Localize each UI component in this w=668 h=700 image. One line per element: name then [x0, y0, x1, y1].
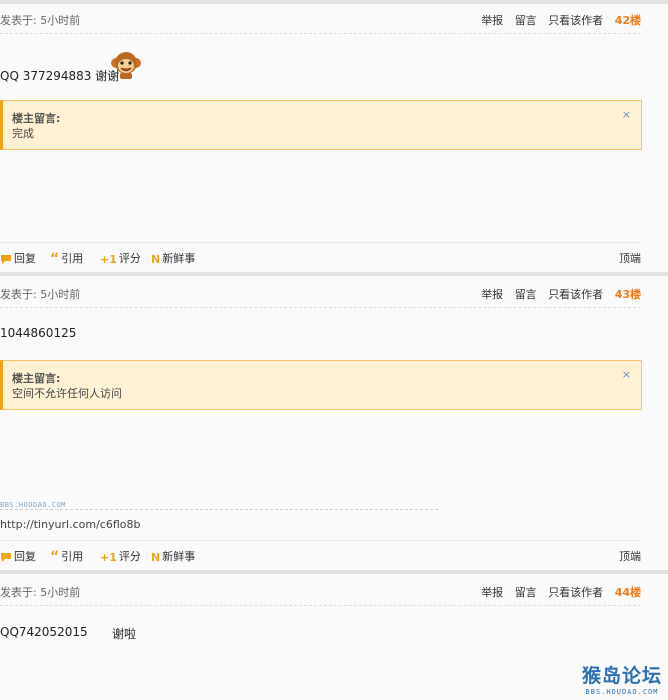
post-meta-bar: 发表于: 5小时前 举报 留言 只看该作者 42楼: [0, 3, 641, 34]
post-meta-actions: 举报 留言 只看该作者 43楼: [473, 286, 641, 302]
quote-icon: “: [50, 549, 60, 565]
signature-divider: [0, 509, 438, 510]
post-action-bar: 回复 “引用 +1 评分 N 新鲜事 顶端: [0, 242, 641, 271]
posted-time: 发表于: 5小时前: [0, 288, 81, 301]
back-to-top-link[interactable]: 顶端: [619, 250, 641, 266]
quote-button[interactable]: “引用: [50, 250, 83, 267]
leave-message-link[interactable]: 留言: [515, 288, 537, 301]
floor-number[interactable]: 42楼: [615, 14, 641, 27]
monkey-emoticon-icon: [111, 52, 141, 79]
author-only-link[interactable]: 只看该作者: [548, 14, 603, 27]
site-watermark-logo: 猴岛论坛 BBS.HOUDAO.COM: [582, 661, 662, 696]
close-icon[interactable]: ×: [622, 368, 631, 381]
reply-button[interactable]: 回复: [0, 250, 36, 266]
post-meta-bar: 发表于: 5小时前 举报 留言 只看该作者 44楼: [0, 575, 641, 606]
rate-icon: +1: [100, 252, 117, 266]
floor-number[interactable]: 44楼: [615, 586, 641, 599]
reply-button[interactable]: 回复: [0, 548, 36, 564]
report-link[interactable]: 举报: [481, 288, 503, 301]
quote-icon: “: [50, 251, 60, 267]
quote-label: 引用: [61, 252, 84, 265]
owner-note-text: 空间不允许任何人访问: [12, 387, 122, 400]
news-button[interactable]: N 新鲜事: [151, 548, 195, 564]
owner-note-box: 楼主留言: 空间不允许任何人访问 ×: [0, 360, 642, 410]
report-link[interactable]: 举报: [481, 586, 503, 599]
news-icon: N: [151, 252, 161, 266]
watermark-subtitle: BBS.HOUDAO.COM: [585, 688, 659, 696]
post-meta-actions: 举报 留言 只看该作者 42楼: [473, 12, 641, 28]
report-link[interactable]: 举报: [481, 14, 503, 27]
news-label: 新鲜事: [162, 550, 196, 563]
rate-label: 评分: [118, 252, 141, 265]
posted-time: 发表于: 5小时前: [0, 14, 81, 27]
author-only-link[interactable]: 只看该作者: [548, 288, 603, 301]
owner-note-text: 完成: [12, 127, 34, 140]
watermark-title: 猴岛论坛: [581, 665, 662, 687]
author-only-link[interactable]: 只看该作者: [548, 586, 603, 599]
post-meta-bar: 发表于: 5小时前 举报 留言 只看该作者 43楼: [0, 277, 641, 308]
owner-note-title: 楼主留言:: [12, 372, 61, 385]
close-icon[interactable]: ×: [622, 108, 631, 121]
reply-icon: [1, 254, 11, 264]
post-content: QQ 377294883 谢谢: [0, 69, 120, 83]
news-icon: N: [151, 550, 161, 564]
signature-url[interactable]: http://tinyurl.com/c6flo8b: [0, 518, 140, 531]
reply-label: 回复: [14, 550, 36, 563]
post-separator: [0, 272, 668, 276]
quote-button[interactable]: “引用: [50, 548, 83, 565]
back-to-top-link[interactable]: 顶端: [619, 548, 641, 564]
news-label: 新鲜事: [162, 252, 196, 265]
posted-time: 发表于: 5小时前: [0, 586, 81, 599]
rate-icon: +1: [100, 550, 117, 564]
reply-label: 回复: [14, 252, 36, 265]
post-content-thanks: 谢啦: [112, 627, 137, 641]
floor-number[interactable]: 43楼: [615, 288, 641, 301]
post-action-bar: 回复 “引用 +1 评分 N 新鲜事 顶端: [0, 540, 641, 569]
reply-icon: [1, 552, 11, 562]
post-content: 1044860125: [0, 326, 77, 340]
post-content-qq: QQ742052015: [0, 625, 88, 639]
post-separator: [0, 570, 668, 574]
rate-button[interactable]: +1 评分: [100, 548, 141, 564]
quote-label: 引用: [61, 550, 84, 563]
owner-note-title: 楼主留言:: [12, 112, 61, 125]
leave-message-link[interactable]: 留言: [515, 586, 537, 599]
signature-logo: BBS.HOUDAO.COM: [0, 501, 67, 509]
post-meta-actions: 举报 留言 只看该作者 44楼: [473, 584, 641, 600]
news-button[interactable]: N 新鲜事: [151, 250, 195, 266]
owner-note-box: 楼主留言: 完成 ×: [0, 100, 642, 150]
rate-button[interactable]: +1 评分: [100, 250, 141, 266]
rate-label: 评分: [118, 550, 141, 563]
leave-message-link[interactable]: 留言: [515, 14, 537, 27]
